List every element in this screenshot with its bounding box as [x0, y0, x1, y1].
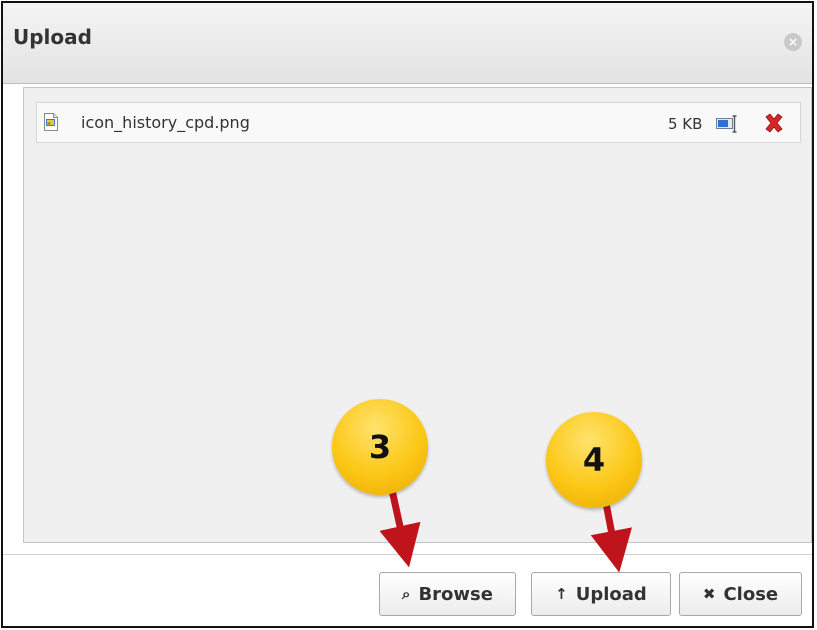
search-icon: ⌕	[402, 585, 411, 603]
close-icon: ✖	[702, 585, 716, 603]
file-name: icon_history_cpd.png	[81, 113, 250, 132]
preview-icon[interactable]	[715, 113, 739, 135]
file-size: 5 KB	[668, 115, 703, 133]
remove-icon[interactable]	[763, 112, 785, 134]
close-button[interactable]: ✖ Close	[679, 572, 802, 616]
dialog-titlebar: Upload ×	[3, 3, 812, 84]
browse-button[interactable]: ⌕ Browse	[379, 572, 516, 616]
close-button-label: Close	[723, 583, 779, 605]
footer-divider	[3, 554, 812, 555]
callout-badge-3: 3	[332, 399, 428, 495]
file-row: icon_history_cpd.png 5 KB	[36, 102, 801, 143]
upload-dialog: Upload × icon_history_cpd.png 5 KB ⌕ Bro…	[1, 1, 814, 628]
upload-button-label: Upload	[575, 583, 647, 605]
browse-button-label: Browse	[418, 583, 493, 605]
dialog-title: Upload	[13, 25, 92, 49]
arrow-up-icon: ↑	[555, 585, 568, 603]
upload-button[interactable]: ↑ Upload	[531, 572, 671, 616]
dialog-close-icon[interactable]: ×	[784, 33, 802, 51]
callout-badge-4: 4	[546, 412, 642, 508]
image-file-icon	[44, 113, 58, 131]
